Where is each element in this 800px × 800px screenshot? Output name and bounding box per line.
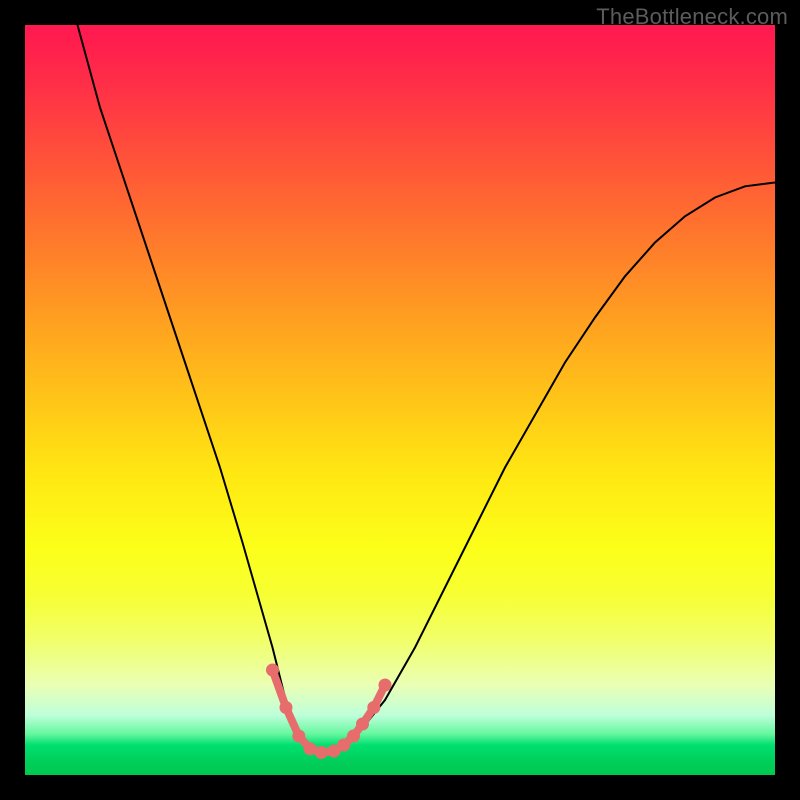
optimal-range-markers (266, 664, 392, 760)
marker-dot (315, 746, 328, 759)
marker-dot (379, 679, 392, 692)
chart-frame: TheBottleneck.com (0, 0, 800, 800)
marker-dot (292, 730, 305, 743)
bottleneck-curve (78, 25, 776, 753)
marker-dot (280, 701, 293, 714)
marker-dot (337, 739, 350, 752)
marker-dot (304, 742, 317, 755)
marker-dot (266, 664, 279, 677)
marker-dot (356, 718, 369, 731)
chart-svg (25, 25, 775, 775)
marker-dot (367, 701, 380, 714)
watermark-label: TheBottleneck.com (596, 4, 788, 30)
marker-dot (347, 730, 360, 743)
plot-area (25, 25, 775, 775)
